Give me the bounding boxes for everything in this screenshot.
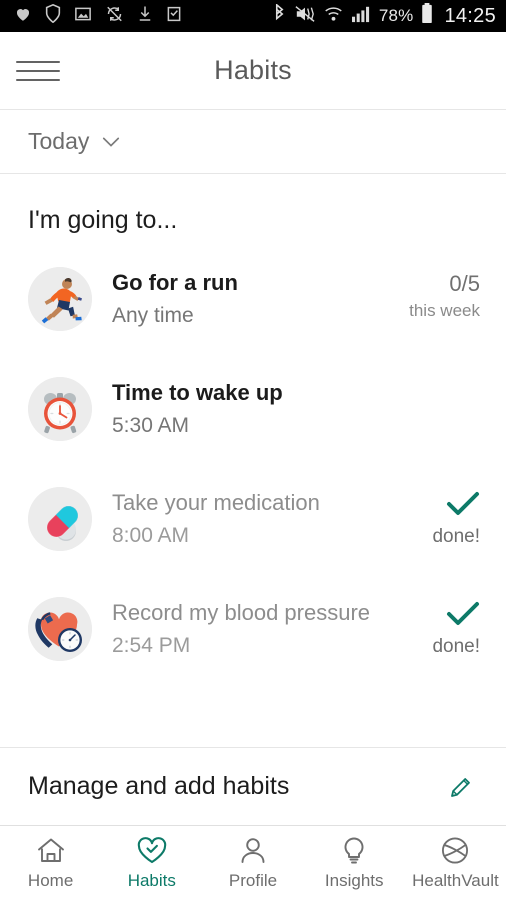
clipboard-check-icon (166, 5, 182, 28)
nav-item-insights[interactable]: Insights (304, 836, 405, 891)
habit-time: 2:54 PM (112, 633, 191, 657)
nav-label-insights: Insights (324, 870, 384, 890)
habit-row-go-for-a-run[interactable]: Go for a run Any time 0/5 this week (0, 245, 506, 355)
home-icon (36, 836, 66, 866)
status-bar-left-icons (14, 3, 182, 28)
habit-time: 8:00 AM (112, 523, 190, 547)
download-icon (137, 5, 153, 28)
heart-check-icon (136, 836, 168, 866)
habit-name: Time to wake up (112, 380, 283, 405)
habit-row-record-my-blood-pressure[interactable]: Record my blood pressure 2:54 PM done! (0, 575, 506, 685)
habit-time: 5:30 AM (112, 413, 190, 437)
habit-done-label: done! (432, 526, 480, 547)
section-title: I'm going to... (28, 206, 178, 234)
battery-icon (421, 3, 433, 29)
nav-label-profile: Profile (228, 870, 278, 890)
bottom-navigation: Home Habits Profile Insights HealthVault (0, 825, 506, 900)
nav-label-habits: Habits (127, 870, 176, 890)
battery-percent-label: 78% (378, 6, 414, 25)
wifi-icon (324, 5, 343, 28)
habit-row-time-to-wake-up[interactable]: Time to wake up 5:30 AM (0, 355, 506, 465)
check-icon (446, 601, 480, 632)
person-icon (239, 836, 267, 866)
chevron-down-icon (101, 132, 121, 152)
vibrate-mute-icon (294, 4, 316, 29)
status-bar: 78% 14:25 (0, 0, 506, 32)
habit-progress-period: this week (409, 301, 480, 321)
status-bar-clock: 14:25 (444, 4, 496, 27)
blood-pressure-icon (28, 597, 92, 661)
alarm-clock-icon (28, 377, 92, 441)
habit-status (402, 377, 480, 385)
nav-item-home[interactable]: Home (0, 836, 101, 891)
nav-item-healthvault[interactable]: HealthVault (405, 836, 506, 891)
habit-name: Take your medication (112, 490, 320, 515)
status-bar-right-icons: 78% 14:25 (273, 2, 496, 29)
habit-text-block: Time to wake up 5:30 AM (92, 377, 402, 439)
sync-disabled-icon (105, 5, 124, 28)
habit-status: 0/5 this week (402, 267, 480, 321)
nav-item-profile[interactable]: Profile (202, 836, 303, 891)
manage-label: Manage and add habits (28, 772, 290, 800)
date-selector-label: Today (28, 128, 90, 154)
page-title: Habits (214, 55, 292, 85)
lightbulb-icon (341, 836, 367, 866)
nav-label-home: Home (27, 870, 74, 890)
shield-icon (45, 3, 61, 28)
pencil-edit-icon[interactable] (446, 772, 476, 802)
heart-icon (14, 5, 32, 28)
habit-name: Go for a run (112, 270, 238, 295)
habit-time: Any time (112, 303, 194, 327)
bluetooth-icon (273, 2, 286, 29)
habit-progress-count: 0/5 (449, 271, 480, 296)
habit-text-block: Record my blood pressure 2:54 PM (92, 597, 402, 659)
running-person-icon (28, 267, 92, 331)
habit-done-label: done! (432, 636, 480, 657)
habit-status: done! (402, 487, 480, 548)
habit-status: done! (402, 597, 480, 658)
hamburger-menu-icon[interactable] (16, 60, 74, 81)
cellular-signal-icon (351, 5, 371, 28)
habit-name: Record my blood pressure (112, 600, 371, 625)
habits-list-container: I'm going to... Go for a run Any time 0/… (0, 174, 506, 747)
image-icon (74, 5, 92, 28)
manage-and-add-habits-row[interactable]: Manage and add habits (0, 747, 506, 825)
nav-label-healthvault: HealthVault (412, 870, 499, 890)
check-icon (446, 491, 480, 522)
nav-item-habits[interactable]: Habits (101, 836, 202, 891)
date-selector[interactable]: Today (0, 110, 506, 174)
app-screen: 78% 14:25 Habits Today I'm going to... G… (0, 0, 506, 900)
habit-row-take-your-medication[interactable]: Take your medication 8:00 AM done! (0, 465, 506, 575)
pill-capsule-icon (28, 487, 92, 551)
healthvault-icon (440, 836, 470, 866)
habit-text-block: Go for a run Any time (92, 267, 402, 329)
app-bar: Habits (0, 32, 506, 110)
habit-text-block: Take your medication 8:00 AM (92, 487, 402, 549)
